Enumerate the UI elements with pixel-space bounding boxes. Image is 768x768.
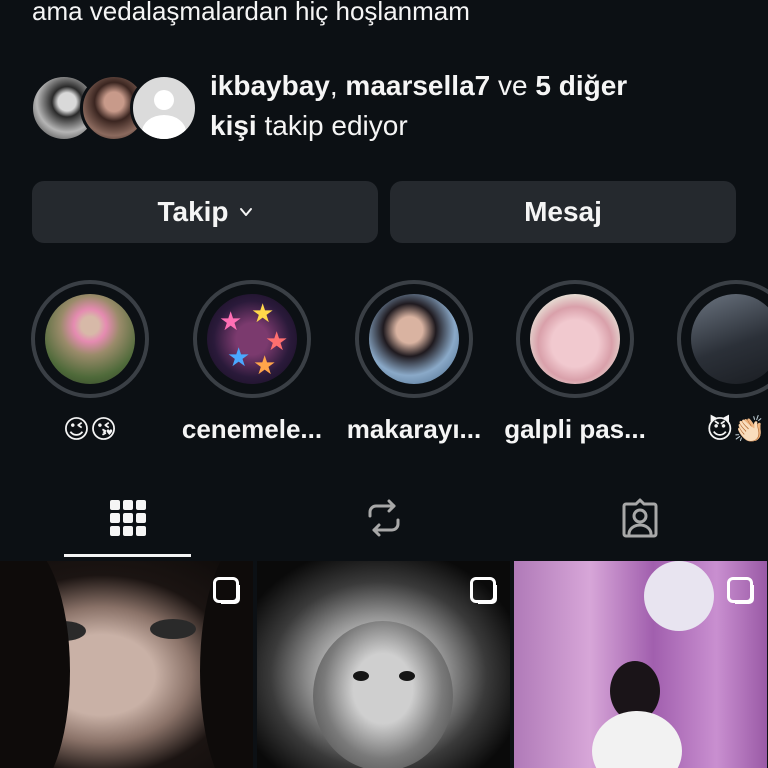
follow-button[interactable]: Takip [32,181,378,243]
story-highlights: 😉😘 ★ ★ ★ ★ ★ cenemele... makarayı... gal… [0,280,768,450]
highlight-cover [530,294,620,384]
followed-by-text[interactable]: ikbaybay, maarsella7 ve 5 diğer kişi tak… [210,66,750,146]
default-avatar-icon [130,74,198,142]
multiple-posts-icon [470,577,497,604]
message-button[interactable]: Mesaj [390,181,736,243]
others-label: kişi [210,110,257,141]
message-button-label: Mesaj [524,196,602,227]
follow-button-label: Takip [157,196,229,227]
highlight-cover: ★ ★ ★ ★ ★ [207,294,297,384]
chevron-down-icon [239,208,252,216]
highlight-label: cenemele... [181,414,323,444]
follower-username[interactable]: ikbaybay [210,70,330,101]
highlight-item[interactable]: makarayı... [339,280,489,445]
others-count: 5 diğer [535,70,628,101]
highlight-item[interactable]: ★ ★ ★ ★ ★ cenemele... [177,280,327,445]
profile-tabs [0,484,768,560]
highlight-label: makarayı... [346,414,482,444]
profile-screen: ama vedalaşmalardan hiç hoşlanmam ikbayb… [0,0,768,768]
highlight-cover [691,294,768,384]
post-thumbnail[interactable] [257,561,510,768]
highlight-cover [369,294,459,384]
followed-by-avatars[interactable] [30,74,200,142]
post-thumbnail[interactable] [514,561,767,768]
tagged-icon[interactable] [616,494,664,542]
highlight-item[interactable]: galpli pas... [500,280,650,445]
highlight-item[interactable]: 😉😘 [15,280,165,445]
grid-icon[interactable] [104,494,152,542]
multiple-posts-icon [213,577,240,604]
bio-text: ama vedalaşmalardan hiç hoşlanmam [32,0,470,26]
post-thumbnail[interactable] [0,561,253,768]
highlight-label: 😈👏🏻 [706,414,766,444]
highlight-label: 😉😘 [62,414,118,444]
posts-grid [0,561,768,768]
highlight-cover [45,294,135,384]
reposts-icon[interactable] [360,494,408,542]
highlight-label: galpli pas... [504,414,646,444]
follower-username[interactable]: maarsella7 [345,70,490,101]
highlight-item[interactable]: 😈👏🏻 [661,280,768,445]
selected-tab-indicator [64,554,191,557]
multiple-posts-icon [727,577,754,604]
